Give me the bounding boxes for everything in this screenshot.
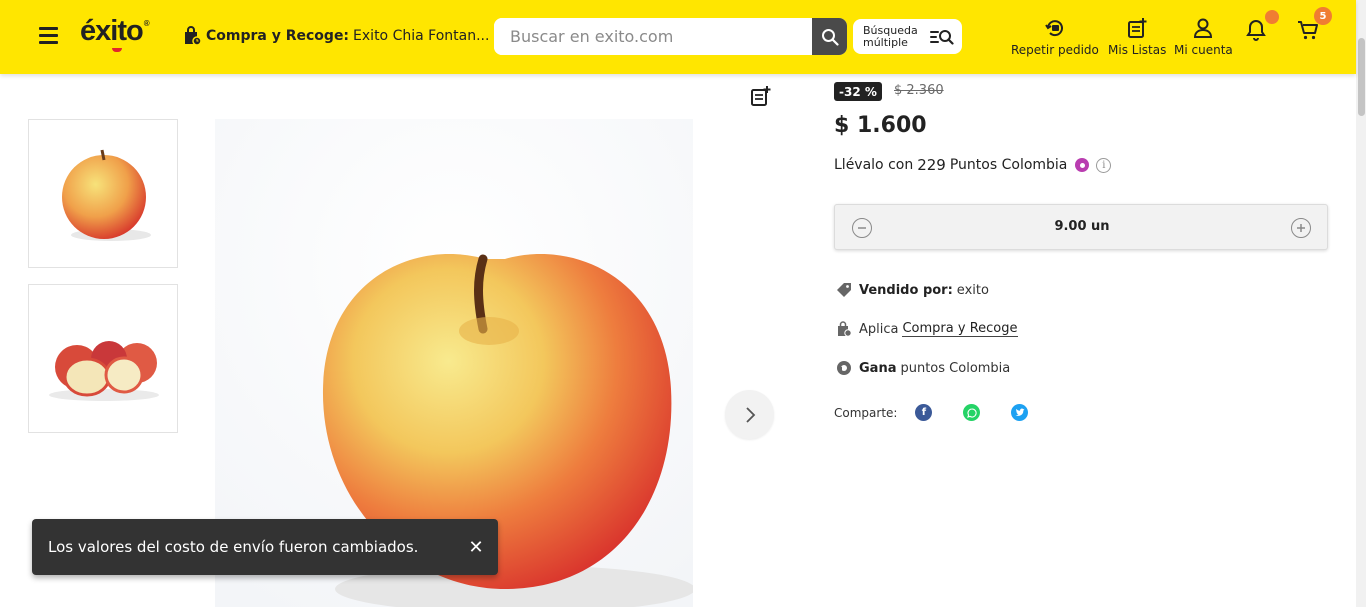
chevron-right-icon	[745, 406, 755, 423]
list-add-icon	[1128, 18, 1147, 38]
add-to-list-button[interactable]	[750, 85, 772, 111]
user-icon	[1194, 18, 1213, 38]
product-thumbnail-2[interactable]	[28, 284, 178, 433]
scrollbar-thumb[interactable]	[1358, 38, 1365, 116]
multiple-search-label: Búsqueda múltiple	[863, 23, 918, 49]
pickup-prefix: Aplica	[859, 321, 899, 337]
info-icon[interactable]: i	[1096, 157, 1112, 173]
share-label: Comparte:	[834, 405, 898, 420]
tag-icon	[837, 283, 851, 297]
share-row: Comparte: f	[834, 404, 1029, 421]
increase-quantity-button[interactable]	[1291, 218, 1311, 238]
exito-logo[interactable]: éxito®	[80, 15, 150, 52]
list-search-icon	[930, 30, 954, 45]
twitter-share-icon[interactable]	[1011, 404, 1029, 421]
cart-count-badge: 5	[1314, 7, 1332, 25]
search-button[interactable]	[812, 18, 847, 55]
my-account-label: Mi cuenta	[1174, 43, 1233, 57]
toast-message: Los valores del costo de envío fueron ca…	[48, 538, 419, 556]
page-scrollbar[interactable]	[1356, 0, 1366, 607]
sold-by-value: exito	[956, 282, 989, 298]
my-lists-button[interactable]: Mis Listas	[1108, 16, 1166, 57]
notification-toast: Los valores del costo de envío fueron ca…	[32, 519, 498, 575]
discount-badge: -32 %	[834, 82, 882, 101]
repeat-order-icon	[1045, 20, 1063, 37]
repeat-order-label: Repetir pedido	[1011, 43, 1099, 57]
next-image-button[interactable]	[725, 390, 774, 439]
pickup-row: Aplica Compra y Recoge	[835, 321, 1018, 337]
store-bag-icon	[185, 26, 202, 46]
earn-label: Gana	[859, 360, 897, 376]
earn-value: puntos Colombia	[900, 360, 1011, 376]
points-info: Llévalo con 229 Puntos Colombia i	[834, 156, 1112, 174]
points-suffix: Puntos Colombia	[949, 157, 1068, 173]
store-bag-icon	[838, 321, 852, 337]
notifications-button[interactable]	[1244, 10, 1279, 46]
toast-close-icon[interactable]: ✕	[466, 537, 486, 558]
multiple-search-button[interactable]: Búsqueda múltiple	[853, 19, 962, 54]
earn-points-row: Gana puntos Colombia	[835, 360, 1010, 376]
quantity-value: 9.00 un	[1054, 219, 1110, 234]
puntos-colombia-icon	[1075, 158, 1090, 172]
cart-button[interactable]: 5	[1296, 7, 1332, 46]
product-thumbnail-1[interactable]	[28, 119, 178, 268]
search-icon	[821, 28, 839, 46]
sold-by-row: Vendido por: exito	[835, 282, 989, 298]
pickup-link[interactable]: Compra y Recoge	[902, 321, 1018, 337]
current-price: $ 1.600	[834, 113, 927, 138]
points-value: 229	[917, 156, 946, 174]
hamburger-menu-icon[interactable]	[39, 25, 59, 45]
my-account-button[interactable]: Mi cuenta	[1174, 16, 1233, 57]
repeat-order-button[interactable]: Repetir pedido	[1011, 16, 1099, 57]
bell-icon	[1246, 19, 1266, 41]
apple-thumbnail-image	[62, 149, 151, 241]
search-input[interactable]	[494, 18, 812, 55]
top-header: éxito® Compra y Recoge: Exito Chia Fonta…	[0, 0, 1356, 74]
quantity-stepper: 9.00 un	[834, 204, 1328, 250]
my-lists-label: Mis Listas	[1108, 43, 1167, 57]
points-prefix: Llévalo con	[834, 157, 914, 173]
store-name: Exito Chia Fontan...	[353, 28, 490, 44]
store-label: Compra y Recoge:	[206, 28, 350, 44]
whatsapp-share-icon[interactable]	[963, 404, 981, 421]
notification-dot	[1265, 10, 1279, 24]
store-selector[interactable]: Compra y Recoge: Exito Chia Fontan...	[182, 26, 507, 46]
plus-icon	[1297, 224, 1305, 232]
search-bar	[494, 18, 847, 55]
sold-by-label: Vendido por:	[859, 282, 953, 298]
puntos-colombia-icon	[837, 361, 851, 375]
facebook-share-icon[interactable]: f	[915, 404, 933, 421]
sliced-apples-thumbnail-image	[49, 341, 159, 401]
old-price: $ 2.360	[894, 83, 944, 98]
add-to-list-icon	[751, 86, 771, 106]
